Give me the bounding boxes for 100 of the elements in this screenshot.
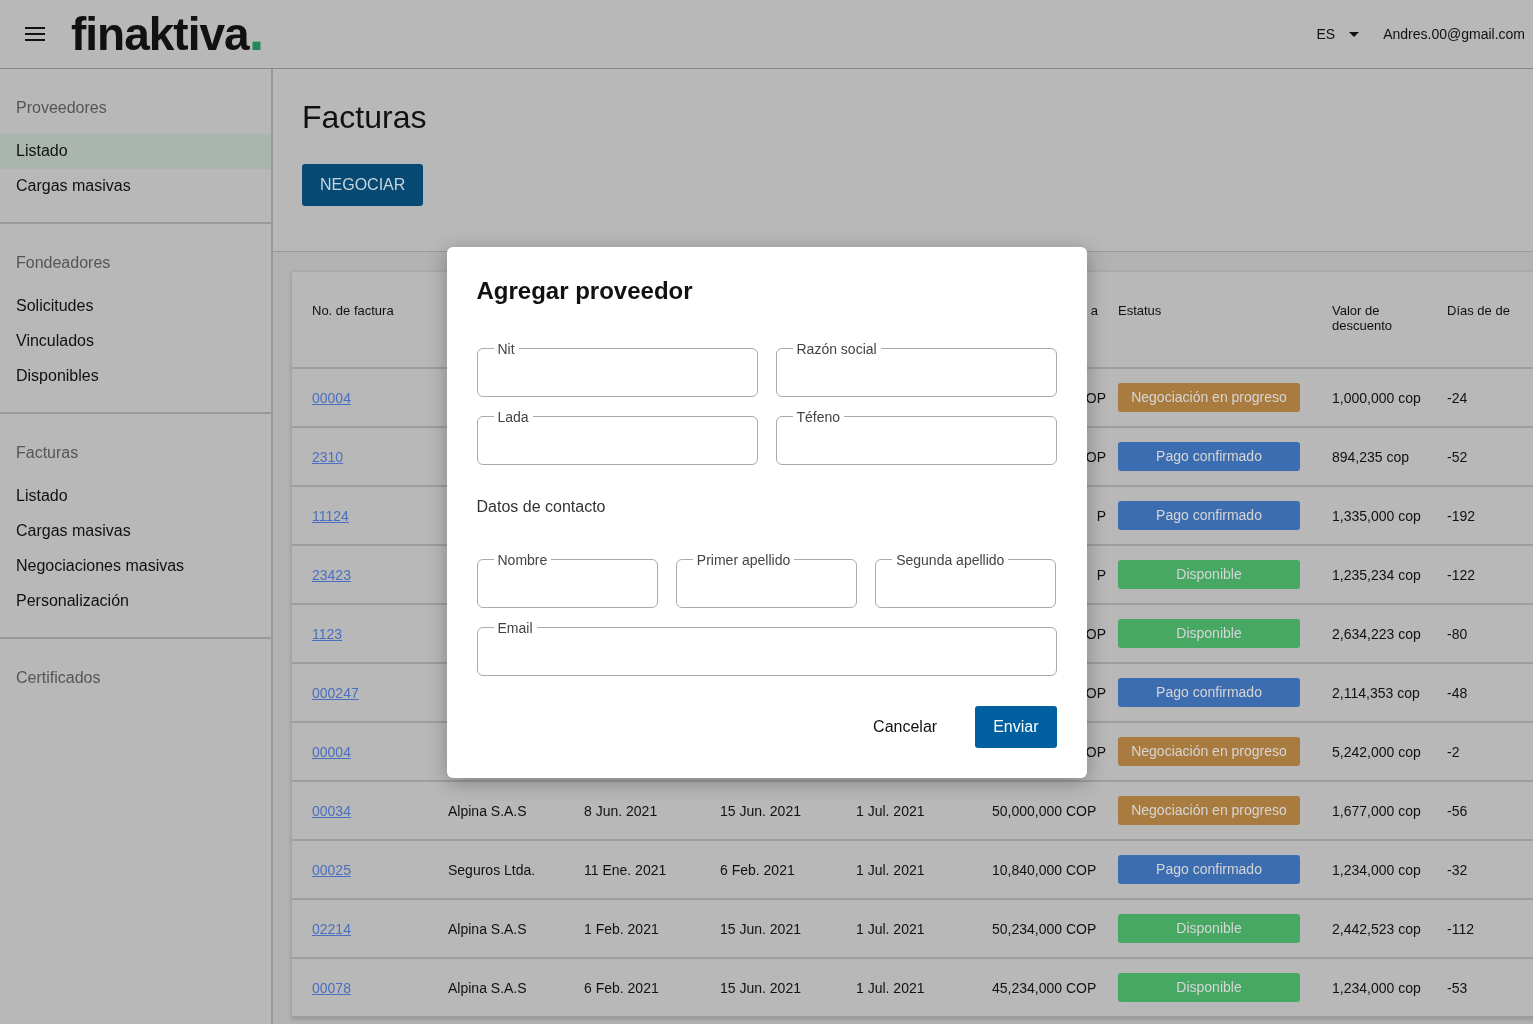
field-label: Nombre — [496, 551, 549, 568]
user-email: Andres.00@gmail.com — [1383, 26, 1525, 42]
sidebar-item[interactable]: Listado — [0, 479, 271, 514]
sidebar-item[interactable]: Vinculados — [0, 324, 271, 359]
table-cell: 2,442,523 cop — [1332, 920, 1421, 937]
language-selector[interactable]: ES — [1316, 26, 1336, 42]
status-badge: Pago confirmado — [1118, 855, 1300, 884]
table-cell: OP — [1085, 625, 1106, 642]
table-cell: 6 Feb. 2021 — [584, 979, 659, 996]
menu-icon[interactable] — [25, 27, 45, 41]
negotiate-button[interactable]: NEGOCIAR — [302, 164, 424, 206]
input-field[interactable]: Nombre — [476, 551, 658, 608]
table-cell: 1,000,000 cop — [1332, 389, 1421, 406]
field-label: Razón social — [795, 340, 878, 357]
status-badge: Disponible — [1118, 914, 1300, 943]
table-cell: 1,335,000 cop — [1332, 507, 1421, 524]
caret-icon[interactable] — [1349, 31, 1360, 37]
column-header: No. de factura — [312, 303, 394, 318]
table-cell: 15 Jun. 2021 — [720, 802, 801, 819]
table-cell: 5,242,000 cop — [1332, 743, 1421, 760]
table-cell: -80 — [1447, 625, 1468, 642]
sidebar-item[interactable]: Solicitudes — [0, 289, 271, 324]
table-cell: -2 — [1447, 743, 1460, 760]
table-cell: 2,634,223 cop — [1332, 625, 1421, 642]
sidebar-item[interactable]: Personalización — [0, 584, 271, 619]
table-cell: 45,234,000 COP — [992, 979, 1097, 996]
input-field[interactable]: Segunda apellido — [875, 551, 1057, 608]
table-cell: 1 Jul. 2021 — [856, 861, 925, 878]
send-button[interactable]: Enviar — [975, 705, 1057, 748]
table-cell: -48 — [1447, 684, 1468, 701]
table-cell: 50,234,000 COP — [992, 920, 1097, 937]
field-label: Email — [496, 619, 534, 636]
table-cell: 1,234,000 cop — [1332, 979, 1421, 996]
table-cell: -32 — [1447, 861, 1468, 878]
table-cell: 10,840,000 COP — [992, 861, 1097, 878]
table-cell: Seguros Ltda. — [448, 861, 536, 878]
table-cell: OP — [1085, 684, 1106, 701]
column-header: a — [1090, 303, 1098, 318]
status-badge: Disponible — [1118, 973, 1300, 1002]
input-field[interactable]: Nit — [476, 340, 758, 397]
sidebar-item[interactable]: Cargas masivas — [0, 514, 271, 549]
sidebar-item[interactable]: Listado — [0, 134, 271, 169]
status-badge: Disponible — [1118, 619, 1300, 648]
column-header: Valor de descuento — [1332, 303, 1393, 333]
field-label: Lada — [496, 408, 530, 425]
field-label: Primer apellido — [695, 551, 792, 568]
status-badge: Negociación en progreso — [1118, 796, 1300, 825]
dialog-title: Agregar proveedor — [476, 276, 694, 305]
input-field[interactable]: Lada — [476, 408, 758, 465]
field-label: Téfeno — [795, 408, 842, 425]
status-badge: Negociación en progreso — [1118, 383, 1300, 412]
page-title: Facturas — [302, 99, 428, 136]
status-badge: Pago confirmado — [1118, 678, 1300, 707]
table-cell: OP — [1085, 743, 1106, 760]
status-badge: Pago confirmado — [1118, 442, 1300, 471]
input-field[interactable]: Primer apellido — [675, 551, 858, 608]
table-cell: -24 — [1447, 389, 1468, 406]
table-cell: -192 — [1447, 507, 1476, 524]
table-cell: -56 — [1447, 802, 1468, 819]
table-cell: OP — [1085, 389, 1106, 406]
table-cell: Alpina S.A.S — [448, 802, 527, 819]
column-header: Estatus — [1118, 303, 1162, 318]
input-field[interactable]: Téfeno — [775, 408, 1057, 465]
table-cell: 894,235 cop — [1332, 448, 1410, 465]
table-cell: 1,235,234 cop — [1332, 566, 1421, 583]
section-title: Datos de contacto — [476, 497, 607, 516]
table-cell: 6 Feb. 2021 — [720, 861, 795, 878]
field-label: Nit — [496, 340, 516, 357]
cancel-button[interactable]: Cancelar — [867, 716, 944, 737]
sidebar-heading: Certificados — [15, 668, 102, 688]
table-cell: Alpina S.A.S — [448, 979, 527, 996]
table-cell: 11 Ene. 2021 — [584, 861, 667, 878]
sidebar-heading: Facturas — [15, 443, 80, 463]
table-cell: 1 Jul. 2021 — [856, 979, 925, 996]
table-cell: -52 — [1447, 448, 1468, 465]
column-header: Días de de — [1447, 303, 1510, 318]
sidebar-heading: Fondeadores — [15, 253, 112, 273]
status-badge: Negociación en progreso — [1118, 737, 1300, 766]
table-cell: Alpina S.A.S — [448, 920, 527, 937]
table-cell: 1 Jul. 2021 — [856, 802, 925, 819]
table-cell: 15 Jun. 2021 — [720, 920, 801, 937]
table-cell: -53 — [1447, 979, 1468, 996]
table-cell: 8 Jun. 2021 — [584, 802, 658, 819]
table-cell: -122 — [1447, 566, 1476, 583]
logo: finaktiva. — [71, 3, 264, 64]
table-cell: 50,000,000 COP — [992, 802, 1097, 819]
status-badge: Pago confirmado — [1118, 501, 1300, 530]
table-cell: P — [1096, 507, 1106, 524]
field-label: Segunda apellido — [895, 551, 1006, 568]
input-field[interactable]: Email — [476, 619, 1057, 676]
table-cell: 2,114,353 cop — [1332, 684, 1420, 701]
sidebar-item[interactable]: Cargas masivas — [0, 169, 271, 204]
status-badge: Disponible — [1118, 560, 1300, 589]
table-cell: 15 Jun. 2021 — [720, 979, 801, 996]
table-cell: -112 — [1447, 920, 1474, 937]
table-cell: P — [1096, 566, 1106, 583]
sidebar-item[interactable]: Disponibles — [0, 359, 271, 394]
sidebar-heading: Proveedores — [15, 98, 108, 118]
sidebar-item[interactable]: Negociaciones masivas — [0, 549, 271, 584]
input-field[interactable]: Razón social — [775, 340, 1057, 397]
